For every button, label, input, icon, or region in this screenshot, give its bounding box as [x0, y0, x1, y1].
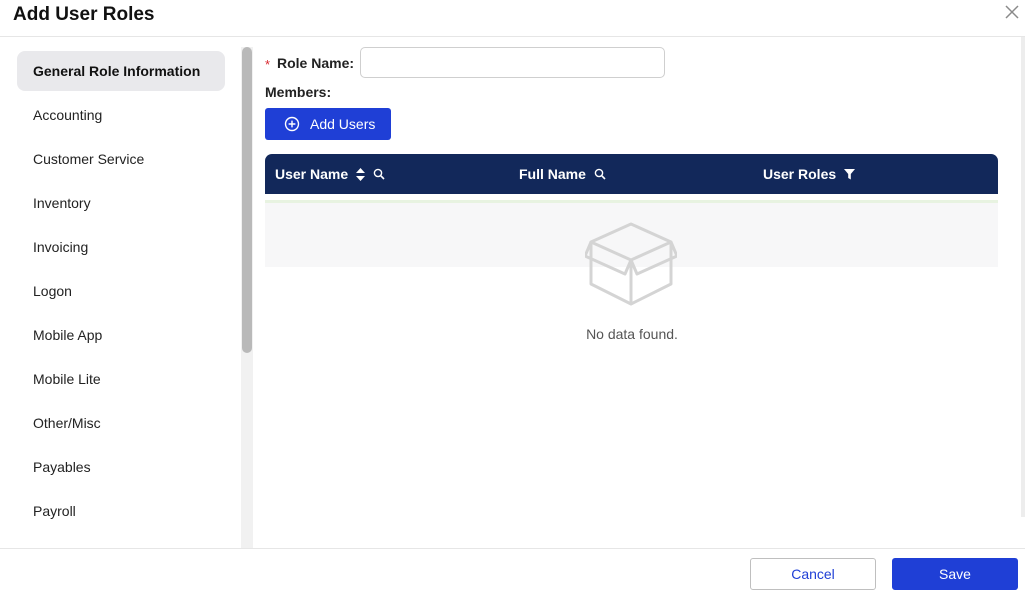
table-header: User Name Full Name User Roles — [265, 154, 998, 194]
sidebar-item-label: Other/Misc — [33, 415, 101, 431]
sidebar-item-label: Payables — [33, 459, 91, 475]
empty-state-text: No data found. — [586, 326, 678, 342]
filter-icon[interactable] — [844, 168, 856, 180]
close-icon[interactable] — [1003, 3, 1021, 21]
plus-circle-icon — [284, 116, 300, 132]
sort-icon[interactable] — [356, 167, 366, 181]
sidebar-item-mobile-app[interactable]: Mobile App — [17, 315, 225, 355]
sidebar: General Role Information Accounting Cust… — [0, 37, 253, 548]
sidebar-item-label: Accounting — [33, 107, 103, 123]
members-label: Members: — [265, 84, 332, 100]
sidebar-item-label: General Role Information — [33, 63, 201, 79]
sidebar-item-label: Logon — [33, 283, 72, 299]
sidebar-item-invoicing[interactable]: Invoicing — [17, 227, 225, 267]
column-label: User Roles — [763, 166, 837, 182]
column-header-full-name[interactable]: Full Name — [519, 154, 606, 194]
save-button[interactable]: Save — [892, 558, 1018, 590]
required-marker: * — [265, 57, 271, 72]
column-label: User Name — [275, 166, 349, 182]
sidebar-item-payables[interactable]: Payables — [17, 447, 225, 487]
sidebar-item-mobile-lite[interactable]: Mobile Lite — [17, 359, 225, 399]
sidebar-scrollbar-thumb[interactable] — [242, 47, 252, 353]
sidebar-item-general-role-information[interactable]: General Role Information — [17, 51, 225, 91]
sidebar-item-accounting[interactable]: Accounting — [17, 95, 225, 135]
dialog-title: Add User Roles — [13, 4, 155, 25]
sidebar-item-other-misc[interactable]: Other/Misc — [17, 403, 225, 443]
sidebar-item-label: Mobile App — [33, 327, 103, 343]
role-name-label: Role Name: — [277, 55, 355, 71]
main-scrollbar[interactable] — [1021, 37, 1025, 517]
add-users-label: Add Users — [310, 116, 376, 132]
sidebar-item-label: Inventory — [33, 195, 91, 211]
main-panel: * Role Name: Members: Add Users User Nam… — [253, 37, 1025, 548]
sidebar-item-payroll[interactable]: Payroll — [17, 491, 225, 531]
sidebar-item-label: Payroll — [33, 503, 76, 519]
column-header-user-name[interactable]: User Name — [275, 154, 385, 194]
sidebar-item-logon[interactable]: Logon — [17, 271, 225, 311]
column-header-user-roles[interactable]: User Roles — [763, 154, 856, 194]
empty-box-icon — [585, 222, 677, 306]
column-label: Full Name — [519, 166, 586, 182]
sidebar-item-label: Mobile Lite — [33, 371, 101, 387]
search-icon[interactable] — [373, 168, 385, 180]
role-name-input[interactable] — [360, 47, 665, 78]
search-icon[interactable] — [594, 168, 606, 180]
dialog-header: Add User Roles — [0, 0, 1025, 37]
dialog-footer: Cancel Save — [0, 548, 1025, 595]
sidebar-item-label: Invoicing — [33, 239, 89, 255]
sidebar-item-label: Customer Service — [33, 151, 145, 167]
sidebar-item-inventory[interactable]: Inventory — [17, 183, 225, 223]
cancel-button[interactable]: Cancel — [750, 558, 876, 590]
sidebar-item-customer-service[interactable]: Customer Service — [17, 139, 225, 179]
add-users-button[interactable]: Add Users — [265, 108, 391, 140]
